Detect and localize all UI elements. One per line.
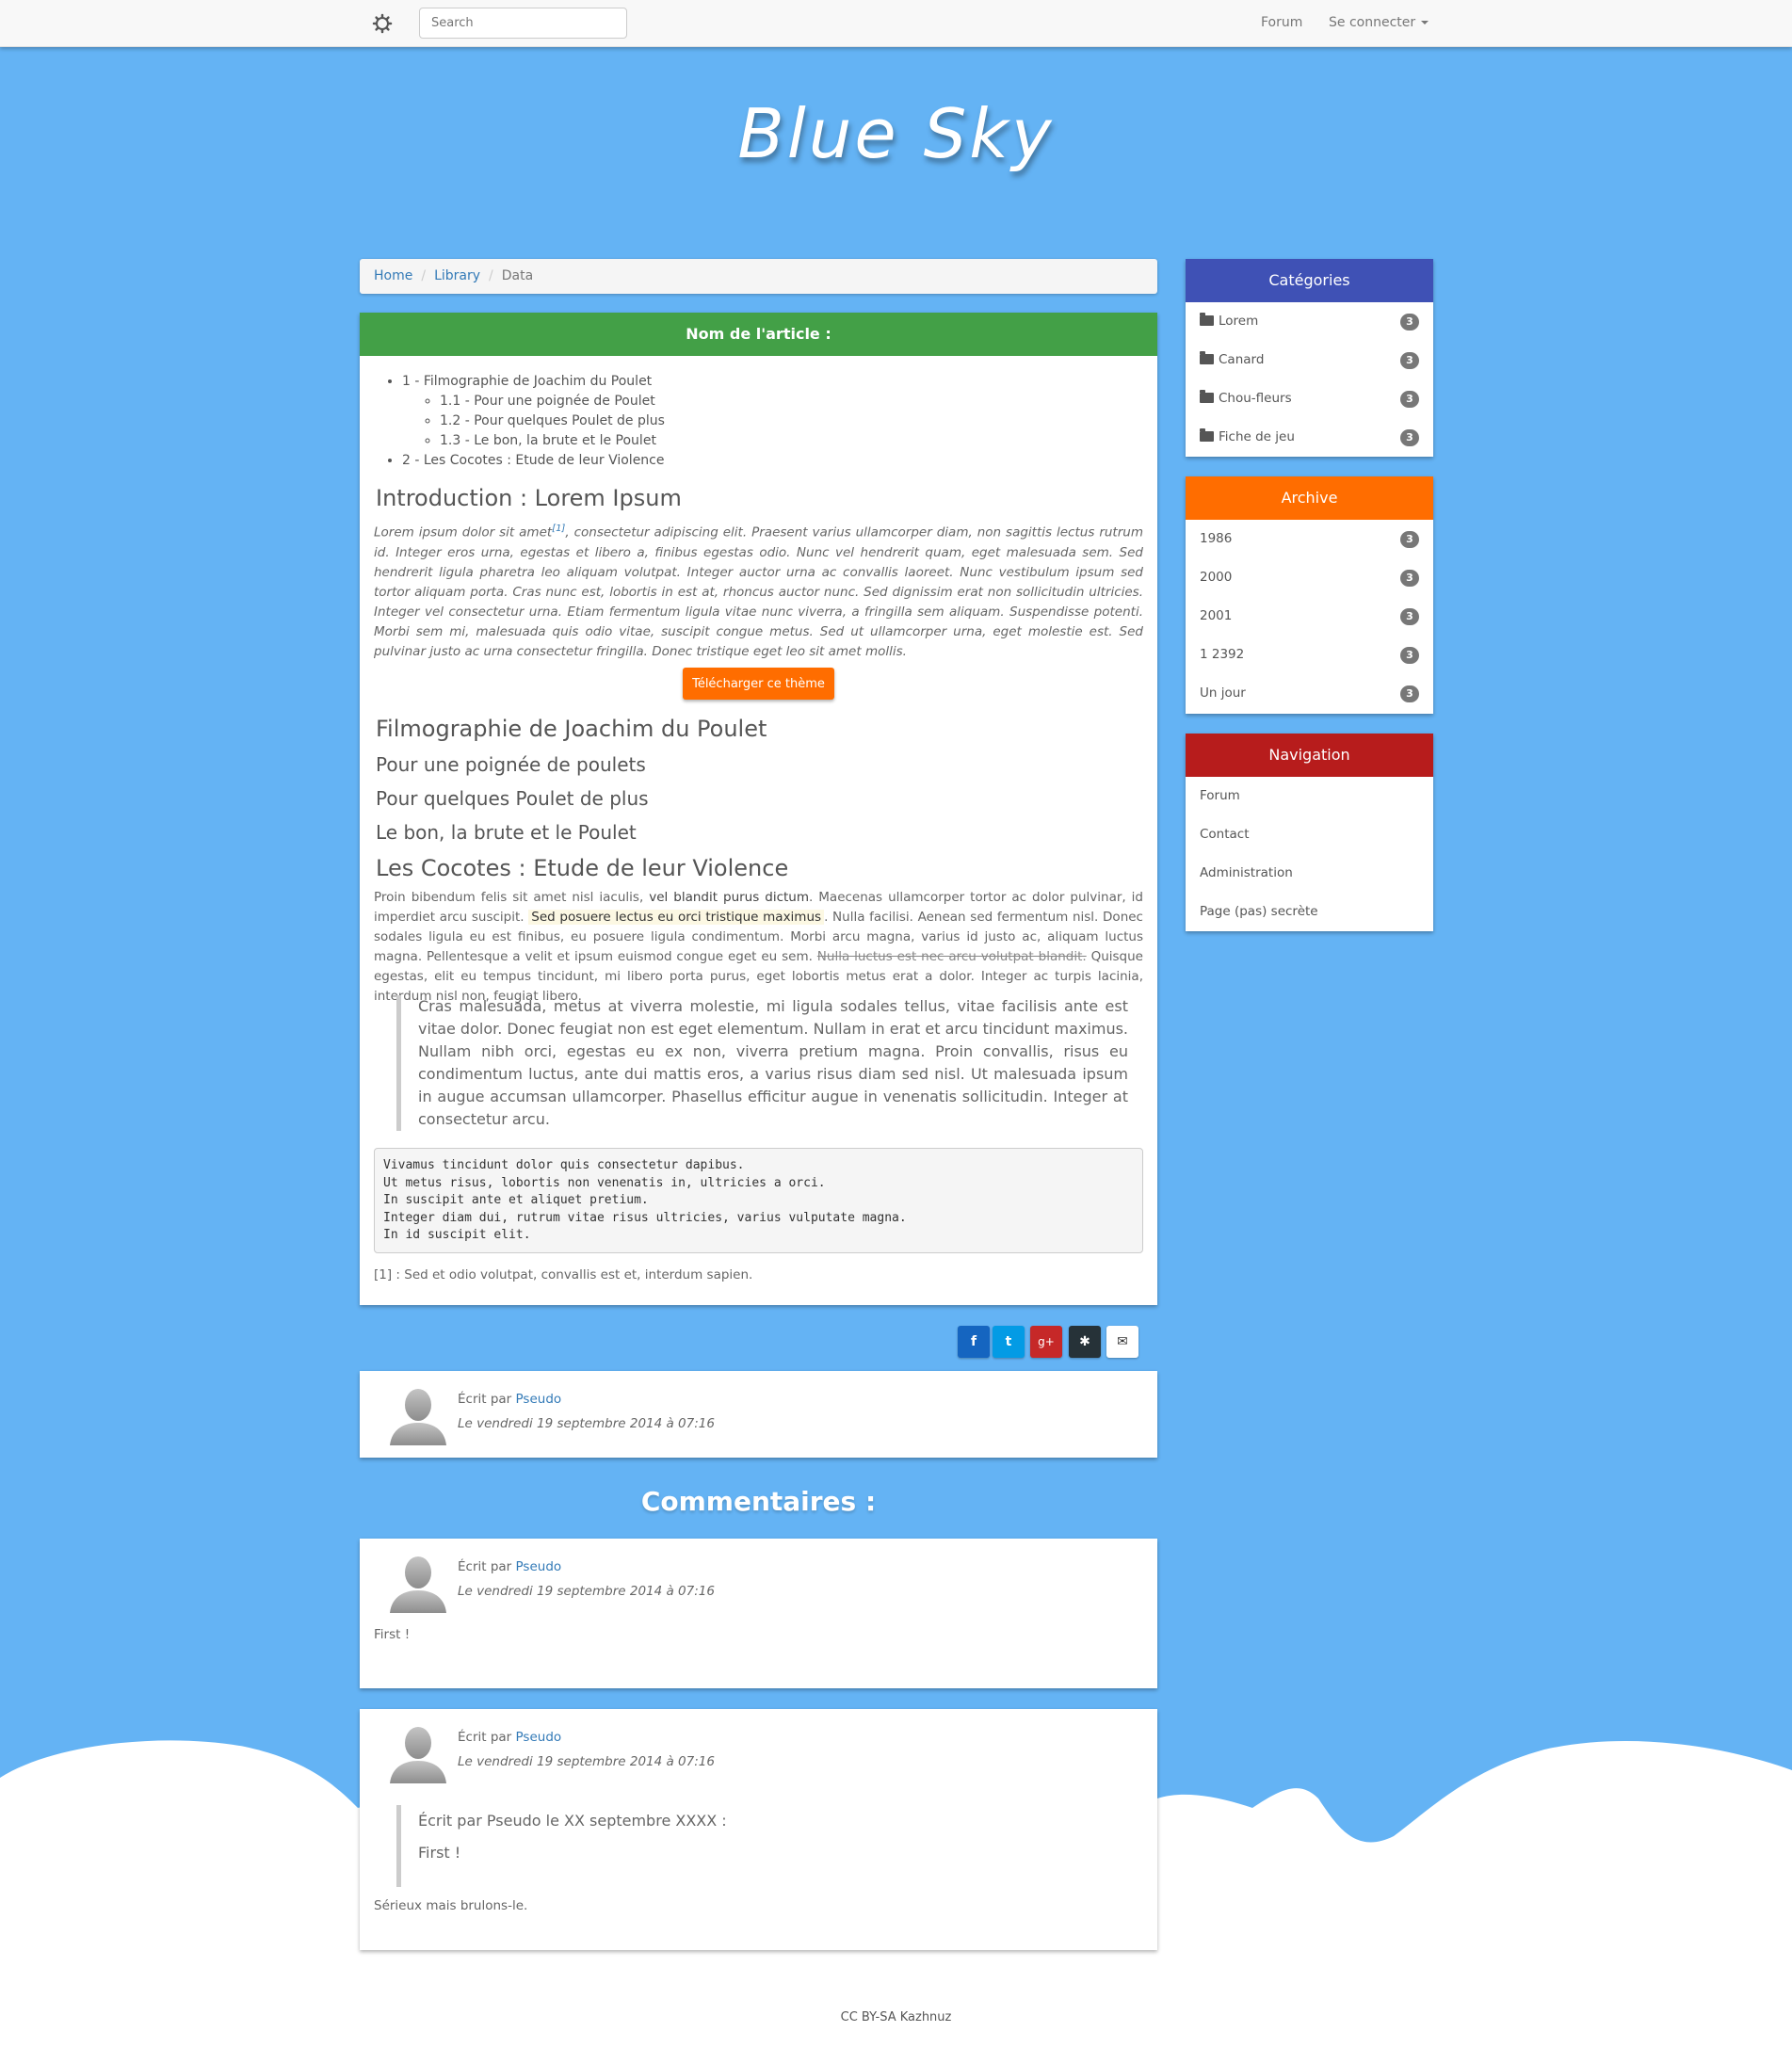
gear-icon[interactable] bbox=[372, 13, 393, 34]
toc-subitem[interactable]: 1.2 - Pour quelques Poulet de plus bbox=[440, 411, 665, 431]
count-badge: 3 bbox=[1400, 685, 1419, 702]
nav-item-administration[interactable]: Administration bbox=[1186, 854, 1433, 893]
count-badge: 3 bbox=[1400, 391, 1419, 408]
subsection-heading: Pour une poignée de poulets bbox=[376, 753, 646, 776]
table-of-contents: 1 - Filmographie de Joachim du Poulet 1.… bbox=[402, 372, 665, 471]
avatar bbox=[390, 1727, 446, 1783]
post-date: Le vendredi 19 septembre 2014 à 07:16 bbox=[458, 1416, 715, 1431]
count-badge: 3 bbox=[1400, 531, 1419, 548]
count-badge: 3 bbox=[1400, 608, 1419, 625]
intro-paragraph: Lorem ipsum dolor sit amet[1], consectet… bbox=[374, 524, 1143, 659]
envelope-icon: ✉ bbox=[1117, 1334, 1128, 1349]
toc-item[interactable]: 1 - Filmographie de Joachim du Poulet 1.… bbox=[402, 372, 665, 451]
twitter-icon: t bbox=[1005, 1334, 1012, 1349]
archive-item[interactable]: Un jour 3 bbox=[1186, 674, 1433, 713]
comment-text: Sérieux mais brulons-le. bbox=[374, 1898, 528, 1913]
comment-author-link[interactable]: Pseudo bbox=[516, 1559, 562, 1574]
navigation-panel: Navigation Forum Contact Administration … bbox=[1186, 734, 1433, 931]
filmography-heading: Filmographie de Joachim du Poulet bbox=[376, 716, 767, 742]
toc-subitem[interactable]: 1.3 - Le bon, la brute et le Poulet bbox=[440, 431, 665, 451]
other-share-button[interactable]: ✱ bbox=[1069, 1326, 1101, 1358]
email-share-button[interactable]: ✉ bbox=[1106, 1326, 1138, 1358]
nav-item-contact[interactable]: Contact bbox=[1186, 815, 1433, 854]
category-item[interactable]: Canard 3 bbox=[1186, 341, 1433, 379]
googleplus-icon: g+ bbox=[1038, 1335, 1055, 1348]
folder-icon bbox=[1200, 390, 1214, 403]
footer-license: CC BY-SA Kazhnuz bbox=[840, 2010, 952, 2024]
comment-card: Écrit par Pseudo Le vendredi 19 septembr… bbox=[360, 1709, 1157, 1950]
nav-item-forum[interactable]: Forum bbox=[1186, 777, 1433, 815]
comment-text: First ! bbox=[374, 1627, 411, 1642]
breadcrumb-library[interactable]: Library bbox=[434, 268, 480, 283]
login-dropdown[interactable]: Se connecter bbox=[1329, 15, 1429, 30]
search-input[interactable] bbox=[419, 8, 627, 39]
breadcrumb-current: Data bbox=[501, 268, 534, 283]
avatar bbox=[390, 1556, 446, 1613]
asterisk-icon: ✱ bbox=[1079, 1334, 1090, 1349]
nav-item-secret-page[interactable]: Page (pas) secrète bbox=[1186, 893, 1433, 931]
comment-quote: Écrit par Pseudo le XX septembre XXXX : … bbox=[396, 1805, 961, 1887]
category-item[interactable]: Chou-fleurs 3 bbox=[1186, 379, 1433, 418]
folder-icon bbox=[1200, 428, 1214, 442]
quote-text: First ! bbox=[418, 1844, 461, 1862]
count-badge: 3 bbox=[1400, 647, 1419, 664]
archive-item[interactable]: 2000 3 bbox=[1186, 558, 1433, 597]
top-navbar: Forum Se connecter bbox=[0, 0, 1792, 47]
author-box: Écrit par Pseudo Le vendredi 19 septembr… bbox=[360, 1371, 1157, 1458]
article-header: Nom de l'article : bbox=[360, 313, 1157, 356]
comments-title: Commentaires : bbox=[640, 1486, 877, 1517]
chevron-down-icon bbox=[1421, 21, 1429, 24]
category-item[interactable]: Fiche de jeu 3 bbox=[1186, 418, 1433, 457]
googleplus-share-button[interactable]: g+ bbox=[1030, 1326, 1062, 1358]
comment-author-line: Écrit par Pseudo bbox=[458, 1730, 562, 1745]
comment-date: Le vendredi 19 septembre 2014 à 07:16 bbox=[458, 1754, 715, 1769]
folder-icon bbox=[1200, 313, 1214, 326]
archive-item[interactable]: 1 2392 3 bbox=[1186, 636, 1433, 674]
navigation-header: Navigation bbox=[1186, 734, 1433, 777]
archive-item[interactable]: 2001 3 bbox=[1186, 597, 1433, 636]
breadcrumb-separator: / bbox=[421, 268, 427, 283]
login-label: Se connecter bbox=[1329, 15, 1416, 30]
comment-card: Écrit par Pseudo Le vendredi 19 septembr… bbox=[360, 1539, 1157, 1688]
folder-icon bbox=[1200, 351, 1214, 364]
footnote-ref-link[interactable]: [1] bbox=[552, 524, 565, 534]
facebook-share-button[interactable]: f bbox=[958, 1326, 990, 1358]
article-panel: Nom de l'article : 1 - Filmographie de J… bbox=[360, 313, 1157, 1305]
avatar bbox=[390, 1389, 446, 1445]
breadcrumb-home[interactable]: Home bbox=[374, 268, 412, 283]
download-theme-button[interactable]: Télécharger ce thème bbox=[683, 668, 834, 700]
archive-header: Archive bbox=[1186, 476, 1433, 520]
cocotes-heading: Les Cocotes : Etude de leur Violence bbox=[376, 855, 789, 881]
comment-date: Le vendredi 19 septembre 2014 à 07:16 bbox=[458, 1584, 715, 1599]
category-item[interactable]: Lorem 3 bbox=[1186, 302, 1433, 341]
facebook-icon: f bbox=[970, 1334, 977, 1349]
site-title: Blue Sky bbox=[737, 94, 1055, 173]
author-link[interactable]: Pseudo bbox=[516, 1392, 562, 1407]
count-badge: 3 bbox=[1400, 352, 1419, 369]
categories-header: Catégories bbox=[1186, 259, 1433, 302]
count-badge: 3 bbox=[1400, 570, 1419, 587]
count-badge: 3 bbox=[1400, 429, 1419, 446]
comment-author-line: Écrit par Pseudo bbox=[458, 1559, 562, 1574]
breadcrumb-separator: / bbox=[489, 268, 493, 283]
comment-author-link[interactable]: Pseudo bbox=[516, 1730, 562, 1745]
archive-panel: Archive 1986 3 2000 3 2001 3 1 2392 3 Un jou… bbox=[1186, 476, 1433, 714]
footnote: [1] : Sed et odio volutpat, convallis es… bbox=[374, 1267, 753, 1282]
intro-heading: Introduction : Lorem Ipsum bbox=[376, 485, 682, 511]
subsection-heading: Le bon, la brute et le Poulet bbox=[376, 821, 637, 844]
archive-item[interactable]: 1986 3 bbox=[1186, 520, 1433, 558]
author-line: Écrit par Pseudo bbox=[458, 1392, 562, 1407]
quote-header: Écrit par Pseudo le XX septembre XXXX : bbox=[418, 1812, 727, 1830]
code-block: Vivamus tincidunt dolor quis consectetur… bbox=[374, 1148, 1143, 1253]
count-badge: 3 bbox=[1400, 314, 1419, 331]
nav-forum-link[interactable]: Forum bbox=[1261, 15, 1302, 30]
subsection-heading: Pour quelques Poulet de plus bbox=[376, 787, 649, 810]
breadcrumb: Home / Library / Data bbox=[360, 259, 1157, 294]
toc-item[interactable]: 2 - Les Cocotes : Etude de leur Violence bbox=[402, 451, 665, 471]
twitter-share-button[interactable]: t bbox=[993, 1326, 1025, 1358]
main-paragraph: Proin bibendum felis sit amet nisl iacul… bbox=[374, 890, 1144, 1004]
categories-panel: Catégories Lorem 3 Canard 3 Chou-fleurs 3 F… bbox=[1186, 259, 1433, 457]
toc-subitem[interactable]: 1.1 - Pour une poignée de Poulet bbox=[440, 392, 665, 411]
article-blockquote: Cras malesuada, metus at viverra molesti… bbox=[396, 995, 1128, 1131]
